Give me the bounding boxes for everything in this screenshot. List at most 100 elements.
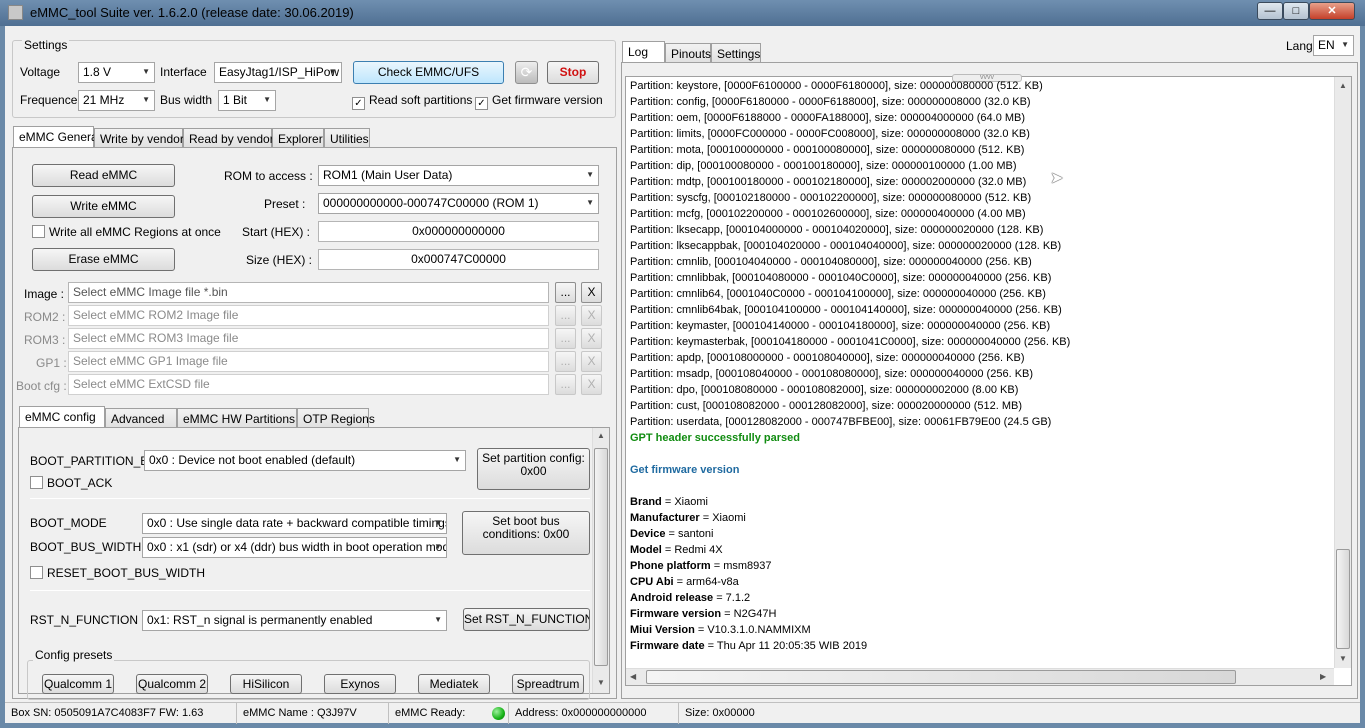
- boot-ack-checkbox[interactable]: BOOT_ACK: [30, 476, 112, 490]
- size-label: Size (HEX) :: [246, 253, 313, 267]
- image-file-input[interactable]: Select eMMC Image file *.bin: [68, 282, 549, 303]
- buswidth-select[interactable]: 1 Bit: [218, 90, 276, 111]
- boot-partition-select[interactable]: 0x0 : Device not boot enabled (default): [144, 450, 466, 471]
- minimize-button[interactable]: —: [1257, 2, 1283, 20]
- log-line: Partition: mdtp, [000100180000 - 0001021…: [630, 176, 1027, 188]
- rom3-file-input[interactable]: Select eMMC ROM3 Image file: [68, 328, 549, 349]
- checkbox-unchecked-icon[interactable]: [30, 566, 43, 579]
- write-all-regions-label: Write all eMMC Regions at once: [49, 225, 221, 239]
- preset-select[interactable]: 000000000000-000747C00000 (ROM 1): [318, 193, 599, 214]
- title-bar[interactable]: eMMC_tool Suite ver. 1.6.2.0 (release da…: [0, 0, 1365, 26]
- preset-mediatek-button[interactable]: Mediatek: [418, 674, 490, 694]
- preset-qualcomm1-button[interactable]: Qualcomm 1: [42, 674, 114, 694]
- tab-explorer[interactable]: Explorer: [272, 128, 324, 148]
- tab-pinouts[interactable]: Pinouts: [665, 43, 711, 63]
- write-all-regions-checkbox[interactable]: Write all eMMC Regions at once: [32, 225, 221, 239]
- write-emmc-button[interactable]: Write eMMC: [32, 195, 175, 218]
- rst-n-select[interactable]: 0x1: RST_n signal is permanently enabled: [142, 610, 447, 631]
- close-button[interactable]: ✕: [1309, 2, 1355, 20]
- log-line: Partition: keymasterbak, [000104180000 -…: [630, 336, 1071, 348]
- scroll-right-icon[interactable]: ▶: [1320, 672, 1326, 681]
- rom-select[interactable]: ROM1 (Main User Data): [318, 165, 599, 186]
- rom2-clear-button[interactable]: X: [581, 305, 602, 326]
- tab-emmc-hw-partitions[interactable]: eMMC HW Partitions: [177, 408, 297, 428]
- voltage-select[interactable]: 1.8 V: [78, 62, 155, 83]
- boot-mode-select[interactable]: 0x0 : Use single data rate + backward co…: [142, 513, 447, 534]
- tab-settings[interactable]: Settings: [711, 43, 761, 63]
- preset-hisilicon-button[interactable]: HiSilicon: [230, 674, 302, 694]
- scroll-up-icon[interactable]: ▲: [1335, 81, 1351, 90]
- check-emmc-button[interactable]: Check EMMC/UFS: [353, 61, 504, 84]
- tab-utilities[interactable]: Utilities: [324, 128, 370, 148]
- image-browse-button[interactable]: ...: [555, 282, 576, 303]
- info-key: Firmware version: [630, 608, 722, 620]
- boot-cfg-file-input[interactable]: Select eMMC ExtCSD file: [68, 374, 549, 395]
- checkbox-unchecked-icon[interactable]: [30, 476, 43, 489]
- info-value: = N2G47H: [721, 608, 777, 620]
- interface-label: Interface: [160, 65, 207, 79]
- tab-log[interactable]: Log: [622, 41, 665, 63]
- scroll-up-icon[interactable]: ▲: [593, 431, 609, 440]
- checkbox-checked-icon[interactable]: ✓: [352, 97, 365, 110]
- checkbox-checked-icon[interactable]: ✓: [475, 97, 488, 110]
- set-boot-bus-button[interactable]: Set boot bus conditions: 0x00: [462, 511, 590, 555]
- set-rst-n-button[interactable]: Set RST_N_FUNCTION: [463, 608, 590, 631]
- info-line: Miui Version = V10.3.1.0.NAMMIXM: [630, 622, 1330, 638]
- get-firmware-checkbox[interactable]: ✓ Get firmware version: [475, 93, 603, 110]
- checkbox-unchecked-icon[interactable]: [32, 225, 45, 238]
- set-partition-config-button[interactable]: Set partition config: 0x00: [477, 448, 590, 490]
- boot-cfg-clear-button[interactable]: X: [581, 374, 602, 395]
- log-horizontal-scrollbar[interactable]: ◀ ▶: [626, 668, 1334, 685]
- tab-advanced[interactable]: Advanced: [105, 408, 177, 428]
- scroll-down-icon[interactable]: ▼: [593, 678, 609, 687]
- rom2-file-input[interactable]: Select eMMC ROM2 Image file: [68, 305, 549, 326]
- info-value: = Redmi 4X: [661, 544, 723, 556]
- preset-qualcomm2-button[interactable]: Qualcomm 2: [136, 674, 208, 694]
- maximize-button[interactable]: □: [1283, 2, 1309, 20]
- scroll-thumb[interactable]: [594, 448, 608, 666]
- scroll-down-icon[interactable]: ▼: [1335, 654, 1351, 663]
- size-status: Size: 0x00000: [685, 707, 755, 719]
- stop-button[interactable]: Stop: [547, 61, 599, 84]
- start-input[interactable]: 0x000000000000: [318, 221, 599, 242]
- gp1-clear-button[interactable]: X: [581, 351, 602, 372]
- preset-spreadtrum-button[interactable]: Spreadtrum: [512, 674, 584, 694]
- size-input[interactable]: 0x000747C00000: [318, 249, 599, 270]
- read-soft-partitions-label: Read soft partitions: [369, 93, 473, 107]
- boot-bus-width-select[interactable]: 0x0 : x1 (sdr) or x4 (ddr) bus width in …: [142, 537, 447, 558]
- tab-write-by-vendor[interactable]: Write by vendor: [94, 128, 184, 148]
- frequence-select[interactable]: 21 MHz: [78, 90, 155, 111]
- scroll-thumb[interactable]: [1336, 549, 1350, 649]
- tab-emmc-general[interactable]: eMMC General: [13, 126, 100, 148]
- lang-label: Lang: [1286, 39, 1313, 53]
- log-line: Partition: cmnlib, [000104040000 - 00010…: [630, 256, 1032, 268]
- preset-label: Preset :: [264, 197, 306, 211]
- rom3-browse-button[interactable]: ...: [555, 328, 576, 349]
- gp1-browse-button[interactable]: ...: [555, 351, 576, 372]
- preset-exynos-button[interactable]: Exynos: [324, 674, 396, 694]
- refresh-icon[interactable]: ⟳: [515, 61, 538, 84]
- rst-n-label: RST_N_FUNCTION: [30, 613, 139, 627]
- scroll-thumb[interactable]: [646, 670, 1236, 684]
- log-line: Partition: limits, [0000FC000000 - 0000F…: [630, 128, 1030, 140]
- interface-select[interactable]: EasyJtag1/ISP_HiPow: [214, 62, 342, 83]
- settings-label: Settings: [22, 38, 70, 52]
- tab-otp-regions[interactable]: OTP Regions: [297, 408, 375, 428]
- erase-emmc-button[interactable]: Erase eMMC: [32, 248, 175, 271]
- scroll-left-icon[interactable]: ◀: [630, 672, 636, 681]
- tab-emmc-config[interactable]: eMMC config: [19, 406, 105, 428]
- image-clear-button[interactable]: X: [581, 282, 602, 303]
- read-soft-partitions-checkbox[interactable]: ✓ Read soft partitions: [352, 93, 472, 110]
- rom3-clear-button[interactable]: X: [581, 328, 602, 349]
- log-vertical-scrollbar[interactable]: ▲ ▼: [1334, 77, 1351, 668]
- reset-boot-bus-checkbox[interactable]: RESET_BOOT_BUS_WIDTH: [30, 566, 205, 580]
- rom2-browse-button[interactable]: ...: [555, 305, 576, 326]
- read-emmc-button[interactable]: Read eMMC: [32, 164, 175, 187]
- config-scrollbar[interactable]: ▲ ▼: [592, 428, 609, 693]
- boot-cfg-browse-button[interactable]: ...: [555, 374, 576, 395]
- log-line: Partition: msadp, [000108040000 - 000108…: [630, 368, 1034, 380]
- log-line: Partition: userdata, [000128082000 - 000…: [630, 416, 1052, 428]
- tab-read-by-vendor[interactable]: Read by vendor: [183, 128, 274, 148]
- lang-select[interactable]: EN: [1313, 35, 1354, 56]
- gp1-file-input[interactable]: Select eMMC GP1 Image file: [68, 351, 549, 372]
